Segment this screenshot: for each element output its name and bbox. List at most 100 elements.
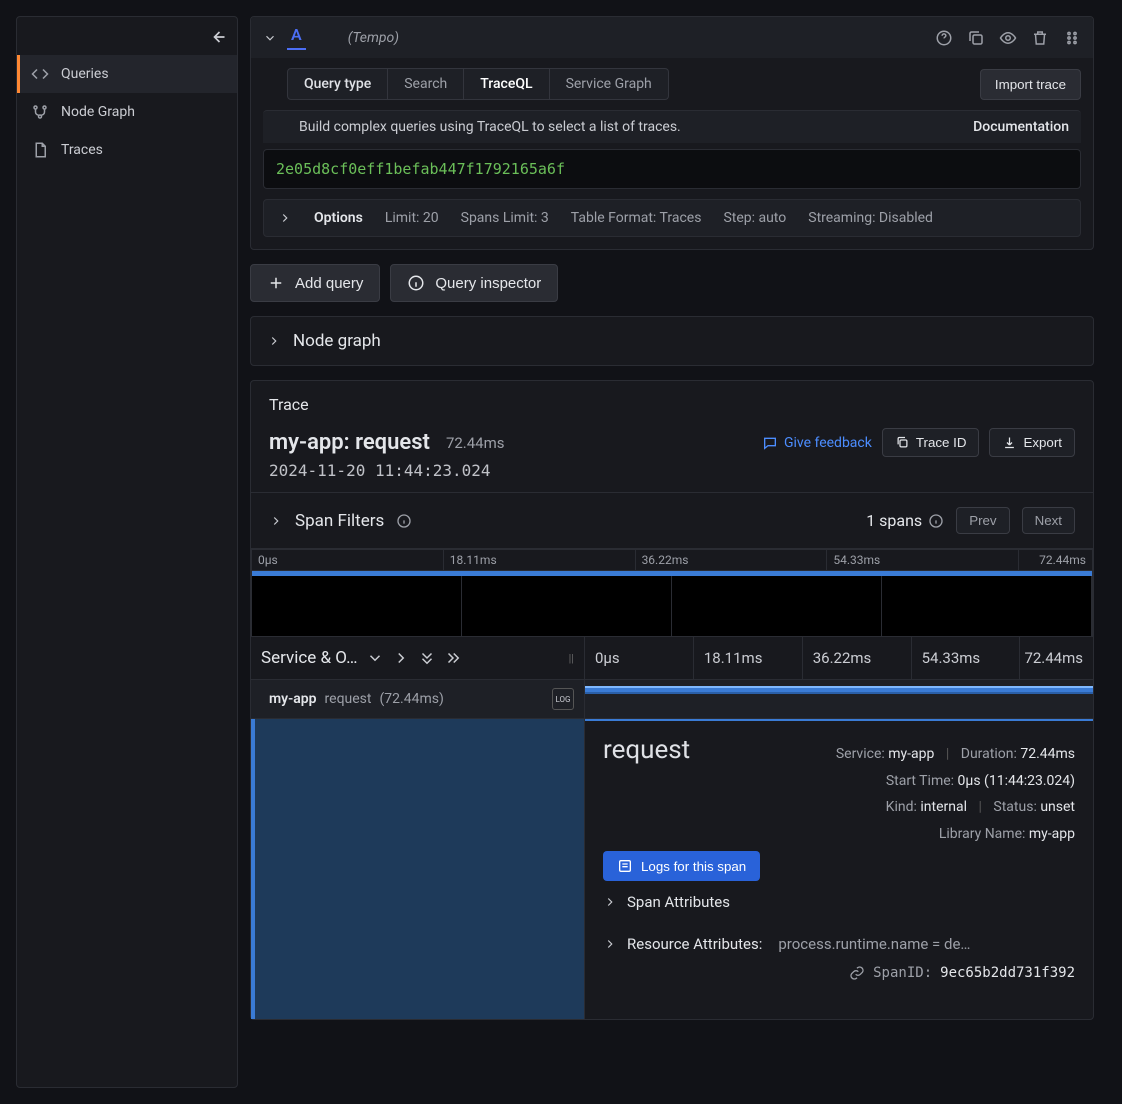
chevron-right-icon: [267, 334, 281, 348]
service-op-col: Service & O…: [261, 648, 358, 668]
tick: 36.22ms: [803, 637, 912, 679]
chevron-right-icon: [603, 937, 617, 951]
span-detail-gutter: [251, 719, 585, 1019]
options-limit: Limit: 20: [385, 210, 439, 226]
plus-icon: [267, 274, 285, 292]
tab-service-graph[interactable]: Service Graph: [550, 68, 669, 100]
span-id-row: SpanID: 9ec65b2dd731f392: [603, 965, 1075, 989]
chevron-right-icon[interactable]: [392, 649, 410, 667]
options-table-format: Table Format: Traces: [571, 210, 702, 226]
double-chevron-right-icon[interactable]: [444, 649, 462, 667]
meta-status-key: Status:: [993, 799, 1036, 815]
span-detail: request Service: my-app | Duration: 72.4…: [251, 719, 1093, 1019]
log-icon: [617, 858, 633, 874]
tick: 0μs: [252, 550, 444, 570]
logs-for-span-button[interactable]: Logs for this span: [603, 851, 760, 881]
help-icon[interactable]: [935, 29, 953, 47]
logs-for-span-label: Logs for this span: [641, 859, 746, 874]
timeline-left-header: Service & O… ||: [251, 637, 585, 679]
datasource-name: (Tempo): [348, 30, 399, 46]
trace-timestamp: 2024-11-20 11:44:23.024: [269, 461, 1075, 480]
tab-search[interactable]: Search: [388, 68, 464, 100]
chevron-down-icon[interactable]: [263, 31, 277, 45]
eye-icon[interactable]: [999, 29, 1017, 47]
main-content: A (Tempo) Query type Search TraceQL Serv…: [238, 0, 1122, 1104]
minimap-body: [252, 576, 1092, 636]
span-row[interactable]: my-app request (72.44ms) LOG: [251, 680, 1093, 719]
query-type-label: Query type: [287, 68, 388, 100]
info-icon[interactable]: [928, 513, 944, 529]
chevron-down-icon[interactable]: [366, 649, 384, 667]
export-icon: [1002, 435, 1017, 450]
resource-attributes-toggle[interactable]: Resource Attributes: process.runtime.nam…: [603, 923, 1075, 965]
tab-traceql[interactable]: TraceQL: [464, 68, 549, 100]
span-service: my-app: [269, 691, 317, 707]
chevron-right-icon: [278, 211, 292, 225]
trace-section-label: Trace: [269, 395, 1075, 414]
meta-duration-key: Duration:: [961, 746, 1017, 762]
sidebar-item-label: Queries: [61, 66, 109, 82]
meta-start-val: 0μs (11:44:23.024): [958, 773, 1075, 789]
meta-service-key: Service:: [836, 746, 885, 762]
datasource-letter[interactable]: A: [287, 25, 306, 50]
prev-button[interactable]: Prev: [956, 507, 1009, 534]
query-inspector-button[interactable]: Query inspector: [390, 264, 558, 302]
meta-service-val: my-app: [888, 746, 934, 762]
trace-id-button[interactable]: Trace ID: [882, 428, 980, 457]
sidebar-item-queries[interactable]: Queries: [17, 55, 237, 93]
span-attributes-toggle[interactable]: Span Attributes: [603, 881, 1075, 923]
collapse-icon: [207, 27, 227, 47]
chevron-right-icon: [603, 895, 617, 909]
options-row[interactable]: Options Limit: 20 Spans Limit: 3 Table F…: [263, 199, 1081, 237]
copy-icon: [895, 435, 910, 450]
give-feedback-link[interactable]: Give feedback: [762, 435, 872, 451]
sidebar-item-node-graph[interactable]: Node Graph: [17, 93, 237, 131]
link-icon[interactable]: [849, 965, 865, 981]
query-header: A (Tempo): [251, 17, 1093, 58]
trace-header: Trace my-app: request 72.44ms Give feedb…: [251, 395, 1093, 493]
span-attrs-label: Span Attributes: [627, 893, 730, 911]
trash-icon[interactable]: [1031, 29, 1049, 47]
documentation-link[interactable]: Documentation: [973, 119, 1069, 135]
export-button[interactable]: Export: [989, 428, 1075, 457]
minimap-ticks: 0μs 18.11ms 36.22ms 54.33ms 72.44ms: [252, 550, 1092, 571]
info-icon[interactable]: [396, 513, 412, 529]
sidebar-item-label: Node Graph: [61, 104, 135, 120]
log-icon[interactable]: LOG: [552, 688, 574, 710]
tick: 72.44ms: [1019, 550, 1092, 570]
query-editor-panel: A (Tempo) Query type Search TraceQL Serv…: [250, 16, 1094, 250]
helper-text: Build complex queries using TraceQL to s…: [299, 119, 681, 135]
detail-op-name: request: [603, 735, 690, 765]
feedback-label: Give feedback: [784, 435, 872, 451]
query-inspector-label: Query inspector: [435, 275, 541, 292]
resize-handle-icon[interactable]: ||: [569, 652, 574, 665]
sidebar: Queries Node Graph Traces: [16, 16, 238, 1088]
chevron-right-icon[interactable]: [269, 514, 283, 528]
import-trace-button[interactable]: Import trace: [980, 69, 1081, 100]
double-chevron-down-icon[interactable]: [418, 649, 436, 667]
traceql-input[interactable]: 2e05d8cf0eff1befab447f1792165a6f: [263, 149, 1081, 189]
span-bar: [585, 686, 1093, 694]
span-meta: Service: my-app | Duration: 72.44ms Star…: [836, 741, 1075, 847]
meta-start-key: Start Time:: [886, 773, 954, 789]
trace-panel: Trace my-app: request 72.44ms Give feedb…: [250, 380, 1094, 1020]
span-id-key: SpanID:: [873, 965, 932, 981]
tick: 18.11ms: [694, 637, 803, 679]
add-query-label: Add query: [295, 275, 363, 292]
tick: 54.33ms: [912, 637, 1021, 679]
options-spans-limit: Spans Limit: 3: [461, 210, 549, 226]
copy-icon[interactable]: [967, 29, 985, 47]
options-step: Step: auto: [723, 210, 786, 226]
meta-duration-val: 72.44ms: [1020, 746, 1075, 762]
trace-title: my-app: request: [269, 430, 430, 455]
drag-icon[interactable]: [1063, 29, 1081, 47]
sidebar-item-traces[interactable]: Traces: [17, 131, 237, 169]
node-graph-toggle[interactable]: Node graph: [251, 317, 1093, 365]
next-button[interactable]: Next: [1022, 507, 1075, 534]
sidebar-item-label: Traces: [61, 142, 103, 158]
trace-minimap[interactable]: 0μs 18.11ms 36.22ms 54.33ms 72.44ms: [251, 549, 1093, 637]
add-query-button[interactable]: Add query: [250, 264, 380, 302]
query-actions-row: Add query Query inspector: [250, 264, 1094, 316]
sidebar-collapse-button[interactable]: [17, 23, 237, 55]
options-streaming: Streaming: Disabled: [808, 210, 933, 226]
